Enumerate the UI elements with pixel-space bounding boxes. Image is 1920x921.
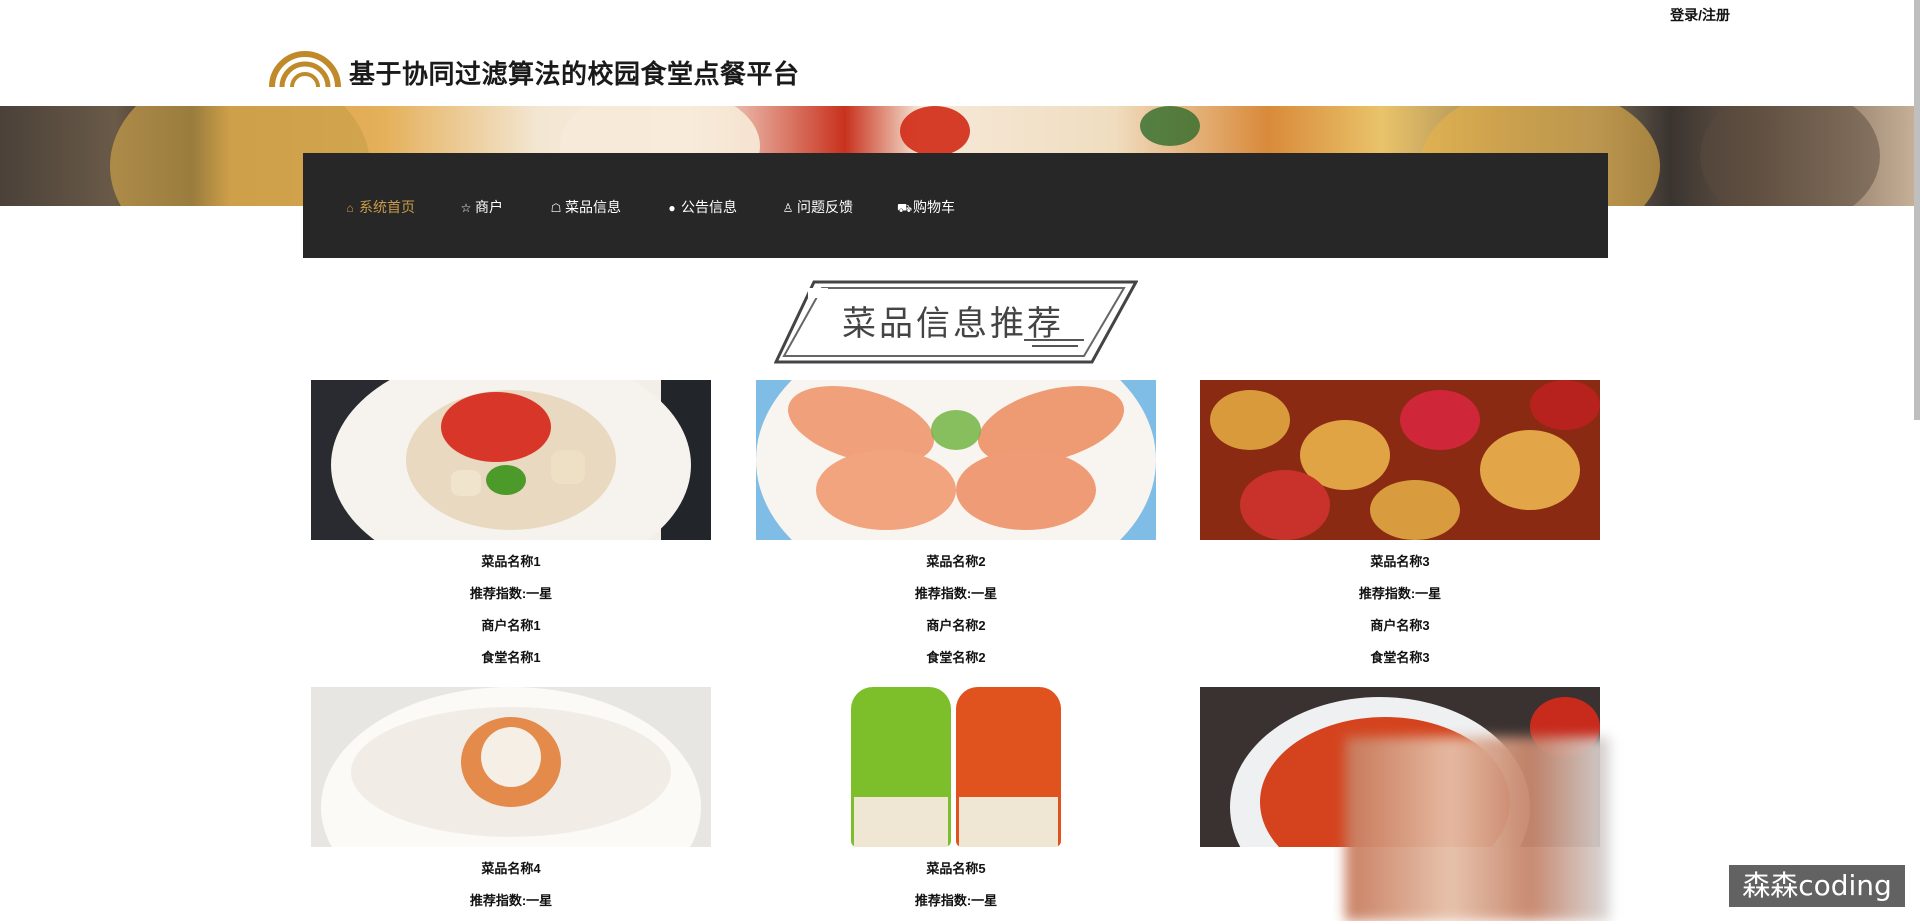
dish-rating: 推荐指数:一星: [1358, 586, 1442, 601]
scrollbar[interactable]: [1914, 0, 1920, 420]
dish-merchant: 商户名称1: [481, 618, 541, 633]
dish-merchant: 商户名称3: [1370, 618, 1430, 633]
dish-card[interactable]: 菜品名称4 推荐指数:一星: [311, 687, 711, 911]
main-nav: ⌂ 系统首页 ☆ 商户 ☖ 菜品信息 ● 公告信息 ♙ 问题反馈 ⛟购物车: [303, 153, 1608, 258]
dish-name: 菜品名称1: [481, 554, 541, 569]
logo: [269, 51, 341, 88]
nav-item-label: 菜品信息: [565, 199, 621, 215]
dish-image[interactable]: [311, 380, 711, 540]
header: 基于协同过滤算法的校园食堂点餐平台: [0, 0, 1920, 106]
dish-name: 菜品名称5: [926, 861, 986, 876]
cart-icon: ⛟: [897, 201, 913, 215]
nav-item-label: 问题反馈: [797, 199, 853, 215]
dish-card[interactable]: 菜品名称2 推荐指数:一星 商户名称2 食堂名称2: [756, 380, 1156, 668]
dish-canteen: 食堂名称2: [926, 650, 986, 665]
scrollbar-thumb[interactable]: [1914, 0, 1920, 420]
circle-icon: ●: [668, 201, 676, 215]
star-icon: ☆: [460, 201, 472, 215]
dish-image[interactable]: [756, 380, 1156, 540]
dish-image[interactable]: [1200, 380, 1600, 540]
watermark: 森森coding: [1729, 865, 1905, 907]
blurred-overlay: [1345, 737, 1610, 921]
nav-item-dishes[interactable]: ☖ 菜品信息: [549, 197, 621, 217]
nav-item-feedback[interactable]: ♙ 问题反馈: [781, 197, 853, 217]
site-title: 基于协同过滤算法的校园食堂点餐平台: [349, 59, 800, 89]
dish-image[interactable]: [311, 687, 711, 847]
dish-name: 菜品名称2: [926, 554, 986, 569]
nav-item-label: 系统首页: [359, 199, 415, 215]
bag-icon: ☖: [550, 201, 562, 215]
dish-card[interactable]: 菜品名称1 推荐指数:一星 商户名称1 食堂名称1: [311, 380, 711, 668]
dish-image[interactable]: [756, 687, 1156, 847]
dish-canteen: 食堂名称1: [481, 650, 541, 665]
dish-name: 菜品名称3: [1370, 554, 1430, 569]
nav-item-label: 商户: [475, 199, 503, 215]
nav-item-home[interactable]: ⌂ 系统首页: [343, 197, 415, 217]
user-icon: ♙: [782, 201, 794, 215]
nav-item-announcements[interactable]: ● 公告信息: [665, 197, 737, 217]
dish-card[interactable]: 菜品名称3 推荐指数:一星 商户名称3 食堂名称3: [1200, 380, 1600, 668]
dish-rating: 推荐指数:一星: [914, 893, 998, 908]
nav-item-cart[interactable]: ⛟购物车: [897, 197, 955, 217]
dish-rating: 推荐指数:一星: [469, 893, 553, 908]
home-icon: ⌂: [346, 201, 354, 215]
dish-rating: 推荐指数:一星: [914, 586, 998, 601]
dish-rating: 推荐指数:一星: [469, 586, 553, 601]
nav-item-label: 公告信息: [681, 199, 737, 215]
dish-card[interactable]: 菜品名称5 推荐指数:一星: [756, 687, 1156, 911]
section-title: 菜品信息推荐: [842, 305, 1064, 343]
nav-item-merchant[interactable]: ☆ 商户: [459, 197, 503, 217]
dish-name: 菜品名称4: [481, 861, 541, 876]
dish-merchant: 商户名称2: [926, 618, 986, 633]
nav-item-label: 购物车: [913, 199, 955, 215]
dish-canteen: 食堂名称3: [1370, 650, 1430, 665]
